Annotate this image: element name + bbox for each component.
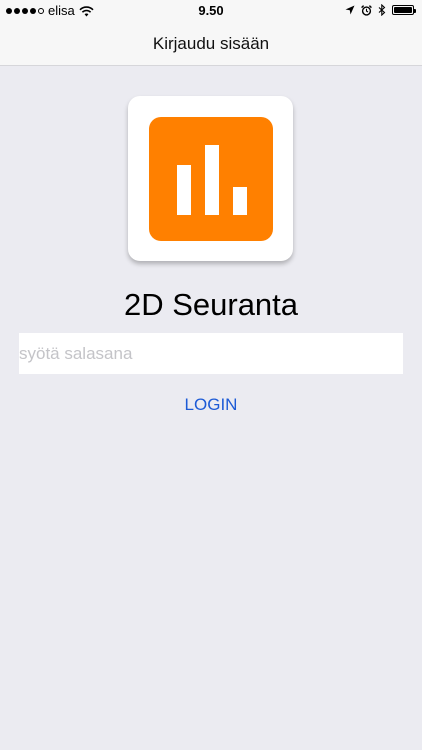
bar-chart-icon-bar-right	[233, 187, 247, 215]
login-button[interactable]: LOGIN	[151, 394, 271, 416]
app-name: 2D Seuranta	[123, 287, 299, 322]
app-icon-card	[128, 96, 293, 261]
page-title: Kirjaudu sisään	[152, 34, 270, 53]
bar-chart-icon-bar-middle	[205, 145, 219, 215]
bluetooth-icon	[378, 4, 386, 16]
password-input[interactable]	[19, 333, 403, 374]
status-right	[345, 4, 416, 16]
navigation-bar: Kirjaudu sisään	[0, 22, 422, 66]
bar-chart-icon	[149, 117, 273, 241]
alarm-clock-icon	[361, 4, 372, 16]
battery-icon	[392, 5, 416, 15]
status-bar: elisa 9.50	[0, 0, 422, 22]
bar-chart-icon-bar-left	[177, 165, 191, 215]
location-arrow-icon	[345, 5, 355, 15]
